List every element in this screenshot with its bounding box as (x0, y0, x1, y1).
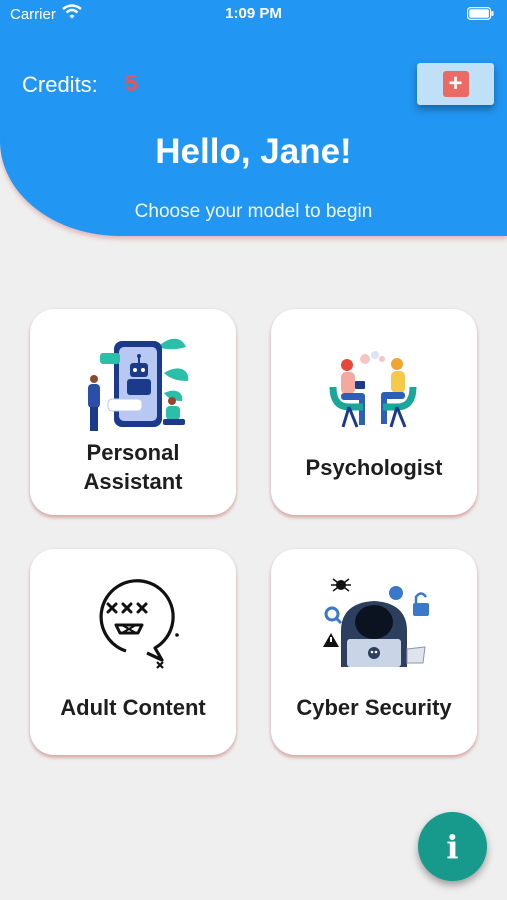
model-label-personal-assistant-line2: Assistant (83, 469, 183, 494)
info-icon: i (446, 827, 459, 866)
model-card-personal-assistant[interactable]: Personal Assistant (30, 309, 236, 515)
info-button[interactable]: i (418, 812, 487, 881)
model-label-adult-content: Adult Content (60, 695, 206, 720)
robot-assistant-icon (88, 338, 189, 431)
status-time: 1:09 PM (225, 5, 282, 22)
model-card-adult-content[interactable]: Adult Content (30, 549, 236, 755)
therapy-session-icon (329, 351, 417, 428)
model-label-personal-assistant-line1: Personal (86, 440, 180, 465)
dizzy-face-icon (99, 579, 179, 669)
model-label-cyber-security: Cyber Security (296, 695, 452, 720)
greeting-subtitle: Choose your model to begin (134, 201, 373, 222)
status-bar: Carrier 1:09 PM (0, 0, 507, 28)
plus-icon: + (442, 71, 469, 97)
credits-label: Credits: (22, 72, 98, 97)
greeting-title: Hello, Jane! (155, 132, 352, 171)
model-card-psychologist[interactable]: Psychologist (271, 309, 477, 515)
battery-icon (467, 7, 494, 24)
add-credits-button[interactable]: + (417, 63, 494, 105)
model-label-psychologist: Psychologist (305, 455, 443, 480)
credits-count: 5 (125, 70, 138, 96)
hacker-icon (323, 578, 429, 667)
model-card-cyber-security[interactable]: Cyber Security (271, 549, 477, 755)
